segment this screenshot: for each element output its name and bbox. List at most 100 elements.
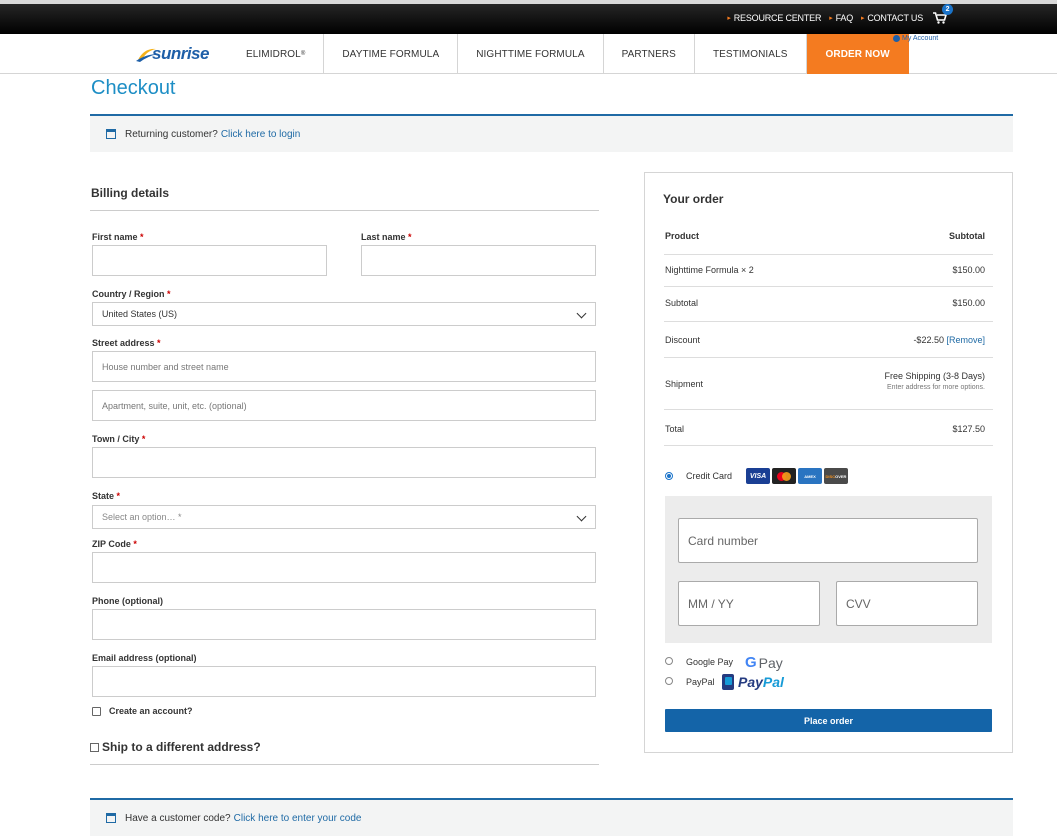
- cart-count-badge: 2: [942, 4, 953, 15]
- shipment-value: Free Shipping (3-8 Days) Enter address f…: [884, 371, 985, 391]
- required-mark: *: [167, 289, 171, 299]
- country-select[interactable]: United States (US): [92, 302, 596, 326]
- create-account-checkbox[interactable]: [92, 707, 101, 716]
- city-field[interactable]: [92, 447, 596, 478]
- phone-field[interactable]: [92, 609, 596, 640]
- chevron-down-icon: [576, 308, 587, 319]
- shipping-divider: [90, 764, 599, 765]
- zip-label-text: ZIP Code: [92, 539, 131, 549]
- visa-icon: VISA: [746, 468, 770, 484]
- shipment-label: Shipment: [665, 379, 704, 389]
- state-placeholder: Select an option… *: [102, 512, 182, 522]
- nav-partners[interactable]: PARTNERS: [604, 34, 695, 74]
- nav-testimonials[interactable]: TESTIMONIALS: [695, 34, 807, 74]
- arrow-icon: ▸: [829, 15, 833, 22]
- first-name-label-text: First name: [92, 232, 138, 242]
- phone-label: Phone (optional): [92, 596, 163, 606]
- country-label-text: Country / Region: [92, 289, 165, 299]
- zip-field[interactable]: [92, 552, 596, 583]
- amex-icon: AMEX: [798, 468, 822, 484]
- expiry-field[interactable]: MM / YY: [678, 581, 820, 626]
- faq-label[interactable]: FAQ: [836, 13, 854, 23]
- zip-label: ZIP Code *: [92, 539, 137, 549]
- logo-text: sunrise: [152, 44, 209, 63]
- paypal-logo-pal: Pal: [762, 674, 784, 690]
- last-name-field[interactable]: [361, 245, 596, 276]
- state-label-text: State: [92, 491, 115, 501]
- paypal-logo-pay: Pay: [738, 674, 763, 690]
- billing-divider: [90, 210, 599, 211]
- ship-different-address[interactable]: Ship to a different address?: [90, 740, 261, 754]
- item-qty: × 2: [738, 265, 754, 275]
- paypal-logo: PayPal: [722, 674, 784, 690]
- remove-discount-link[interactable]: [Remove]: [946, 335, 985, 345]
- order-item-total: $150.00: [952, 265, 985, 275]
- discover-icon: DISC OVER: [824, 468, 848, 484]
- email-field[interactable]: [92, 666, 596, 697]
- discount-value: -$22.50 [Remove]: [913, 335, 985, 345]
- sunrise-logo[interactable]: sunrise: [136, 42, 220, 66]
- my-account-link[interactable]: My Account: [893, 35, 938, 42]
- order-now-label: ORDER NOW: [825, 48, 890, 60]
- order-item-row: Nighttime Formula × 2 $150.00: [664, 255, 993, 287]
- first-name-field[interactable]: [92, 245, 327, 276]
- google-pay-radio[interactable]: [665, 657, 673, 665]
- last-name-label: Last name *: [361, 232, 412, 242]
- sun-swoosh-icon: [136, 48, 158, 62]
- mastercard-icon: [772, 468, 796, 484]
- shipment-row: Shipment Free Shipping (3-8 Days) Enter …: [664, 358, 993, 410]
- returning-text: Returning customer?: [125, 128, 218, 140]
- nav-elimidrol[interactable]: ELIMIDROL ®: [228, 34, 325, 74]
- order-table-header: Product Subtotal: [664, 231, 993, 255]
- expiry-placeholder: MM / YY: [688, 596, 734, 611]
- utility-links: ▸ RESOURCE CENTER ▸ FAQ ▸ CONTACT US 2: [727, 4, 953, 24]
- order-item-name: Nighttime Formula × 2: [665, 265, 754, 275]
- create-account-label: Create an account?: [109, 706, 193, 716]
- arrow-icon: ▸: [727, 15, 731, 22]
- shipment-note: Enter address for more options.: [886, 384, 985, 391]
- apartment-field[interactable]: Apartment, suite, unit, etc. (optional): [92, 390, 596, 421]
- chevron-down-icon: [576, 511, 587, 522]
- arrow-icon: ▸: [861, 15, 865, 22]
- card-number-field[interactable]: Card number: [678, 518, 978, 563]
- cart-icon[interactable]: 2: [933, 4, 953, 24]
- discount-row: Discount -$22.50 [Remove]: [664, 322, 993, 358]
- top-strip: [0, 0, 1057, 4]
- last-name-label-text: Last name: [361, 232, 406, 242]
- code-text: Have a customer code?: [125, 812, 231, 824]
- user-icon: [893, 35, 900, 42]
- nav-daytime-formula[interactable]: DAYTIME FORMULA: [324, 34, 459, 74]
- state-select[interactable]: Select an option… *: [92, 505, 596, 529]
- billing-details-heading: Billing details: [91, 186, 170, 200]
- faq-link[interactable]: ▸ FAQ: [829, 13, 853, 23]
- credit-card-radio[interactable]: [665, 472, 673, 480]
- card-brand-icons: VISA AMEX DISC OVER: [746, 468, 848, 484]
- street-address-field[interactable]: House number and street name: [92, 351, 596, 382]
- returning-customer-notice: Returning customer? Click here to login: [90, 116, 1013, 152]
- email-label: Email address (optional): [92, 653, 197, 663]
- nav-elimidrol-label: ELIMIDROL: [246, 48, 301, 60]
- resource-center-link[interactable]: ▸ RESOURCE CENTER: [727, 13, 821, 23]
- required-mark: *: [141, 434, 146, 444]
- contact-us-link[interactable]: ▸ CONTACT US: [861, 13, 923, 23]
- cvv-field[interactable]: CVV: [836, 581, 978, 626]
- subtotal-row: Subtotal $150.00: [664, 287, 993, 322]
- enter-code-link[interactable]: Click here to enter your code: [234, 813, 362, 824]
- place-order-button[interactable]: Place order: [665, 709, 992, 732]
- product-column-header: Product: [665, 231, 700, 241]
- city-label: Town / City *: [92, 434, 145, 444]
- ship-different-checkbox[interactable]: [90, 742, 99, 752]
- contact-us-label[interactable]: CONTACT US: [867, 13, 923, 23]
- google-pay-logo: G Pay: [745, 654, 783, 671]
- paypal-radio[interactable]: [665, 677, 673, 685]
- required-mark: *: [157, 338, 161, 348]
- ship-different-label: Ship to a different address?: [102, 740, 261, 754]
- city-label-text: Town / City: [92, 434, 140, 444]
- street-placeholder: House number and street name: [102, 361, 229, 372]
- nav-nighttime-formula[interactable]: NIGHTTIME FORMULA: [458, 34, 604, 74]
- login-link[interactable]: Click here to login: [221, 129, 300, 140]
- required-mark: *: [133, 539, 137, 549]
- discount-label: Discount: [665, 335, 701, 345]
- nav-partners-label: PARTNERS: [621, 48, 676, 60]
- resource-center-label[interactable]: RESOURCE CENTER: [734, 13, 822, 23]
